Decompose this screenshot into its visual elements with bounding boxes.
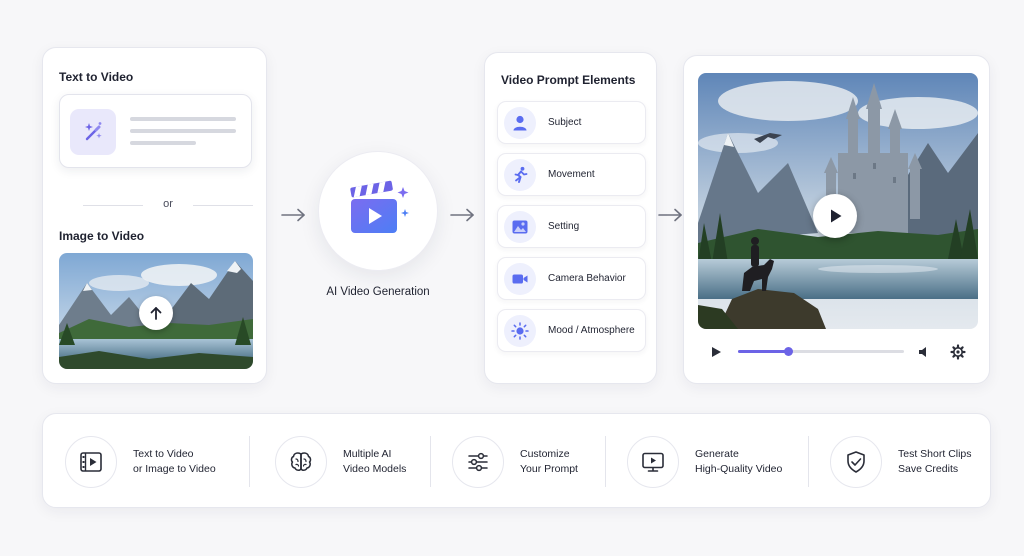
shield-check-icon bbox=[830, 435, 882, 488]
clapperboard-play-icon bbox=[350, 180, 409, 233]
volume-button[interactable] bbox=[914, 342, 934, 362]
feature-item: Test Short Clips Save Credits bbox=[830, 414, 972, 509]
image-to-video-title: Image to Video bbox=[59, 229, 145, 243]
feature-divider bbox=[249, 436, 250, 487]
text-placeholder-line bbox=[130, 141, 196, 145]
or-divider: or bbox=[83, 198, 253, 212]
feature-text: Customize Your Prompt bbox=[520, 447, 578, 477]
person-icon bbox=[504, 106, 536, 139]
sun-icon bbox=[504, 314, 536, 347]
prompt-element-label: Movement bbox=[548, 169, 595, 180]
feature-text: Text to Video or Image to Video bbox=[133, 447, 216, 477]
player-controls bbox=[698, 340, 978, 364]
upload-arrow-icon bbox=[150, 307, 162, 320]
input-card: Text to Video or Image to Video bbox=[42, 47, 267, 384]
video-preview[interactable] bbox=[698, 73, 978, 329]
video-camera-icon bbox=[504, 262, 536, 295]
sliders-icon bbox=[452, 435, 504, 488]
text-prompt-box[interactable] bbox=[59, 94, 252, 168]
feature-line: Your Prompt bbox=[520, 462, 578, 475]
prompt-element-label: Camera Behavior bbox=[548, 273, 626, 284]
seek-progress bbox=[738, 350, 788, 353]
ai-generation-circle bbox=[318, 151, 438, 271]
text-placeholder-line bbox=[130, 117, 236, 121]
small-play-button[interactable] bbox=[706, 342, 726, 362]
prompt-element-movement[interactable]: Movement bbox=[497, 153, 646, 196]
feature-text: Multiple AI Video Models bbox=[343, 447, 406, 477]
prompt-element-setting[interactable]: Setting bbox=[497, 205, 646, 248]
feature-divider bbox=[808, 436, 809, 487]
play-icon bbox=[712, 347, 721, 357]
brain-icon bbox=[275, 435, 327, 488]
settings-button[interactable] bbox=[948, 342, 968, 362]
text-to-video-title: Text to Video bbox=[59, 70, 134, 84]
features-bar: Text to Video or Image to Video Multiple… bbox=[42, 413, 991, 508]
play-button[interactable] bbox=[813, 194, 857, 238]
feature-line: Customize bbox=[520, 447, 570, 460]
film-icon bbox=[65, 435, 117, 488]
play-icon bbox=[831, 209, 842, 223]
feature-item: Multiple AI Video Models bbox=[275, 414, 406, 509]
gear-icon bbox=[950, 344, 966, 360]
video-player-card bbox=[683, 55, 990, 384]
feature-divider bbox=[430, 436, 431, 487]
feature-line: Text to Video bbox=[133, 447, 194, 460]
feature-divider bbox=[605, 436, 606, 487]
divider-line bbox=[193, 205, 253, 206]
prompt-elements-title: Video Prompt Elements bbox=[501, 73, 636, 87]
feature-item: Generate High-Quality Video bbox=[627, 414, 782, 509]
feature-line: or Image to Video bbox=[133, 462, 216, 475]
running-icon bbox=[504, 158, 536, 191]
feature-line: Video Models bbox=[343, 462, 407, 475]
feature-item: Text to Video or Image to Video bbox=[65, 414, 216, 509]
prompt-element-subject[interactable]: Subject bbox=[497, 101, 646, 144]
text-placeholder-line bbox=[130, 129, 236, 133]
feature-line: Generate bbox=[695, 447, 739, 460]
divider-line bbox=[83, 205, 143, 206]
speaker-icon bbox=[919, 347, 926, 357]
prompt-element-camera-behavior[interactable]: Camera Behavior bbox=[497, 257, 646, 300]
prompt-element-label: Setting bbox=[548, 221, 580, 232]
seek-bar[interactable] bbox=[738, 347, 904, 356]
feature-line: Save Credits bbox=[898, 462, 959, 475]
prompt-element-label: Subject bbox=[548, 117, 582, 128]
feature-line: Test Short Clips bbox=[898, 447, 972, 460]
feature-text: Generate High-Quality Video bbox=[695, 447, 782, 477]
or-label: or bbox=[163, 198, 173, 210]
feature-line: High-Quality Video bbox=[695, 462, 783, 475]
prompt-element-label: Mood / Atmosphere bbox=[548, 325, 635, 336]
ai-generation-label: AI Video Generation bbox=[326, 286, 430, 298]
landscape-image[interactable] bbox=[59, 253, 253, 369]
feature-item: Customize Your Prompt bbox=[452, 414, 578, 509]
arrow-right-icon bbox=[450, 208, 474, 222]
prompt-element-mood-atmosphere[interactable]: Mood / Atmosphere bbox=[497, 309, 646, 352]
monitor-play-icon bbox=[627, 435, 679, 488]
arrow-right-icon bbox=[658, 208, 682, 222]
feature-line: Multiple AI bbox=[343, 447, 392, 460]
seek-handle[interactable] bbox=[783, 347, 793, 356]
prompt-elements-card: Video Prompt Elements Subject Movement S… bbox=[484, 52, 657, 384]
image-icon bbox=[504, 210, 536, 243]
magic-wand-icon bbox=[70, 109, 116, 155]
upload-button[interactable] bbox=[139, 296, 173, 330]
feature-text: Test Short Clips Save Credits bbox=[898, 447, 972, 477]
arrow-right-icon bbox=[281, 208, 305, 222]
